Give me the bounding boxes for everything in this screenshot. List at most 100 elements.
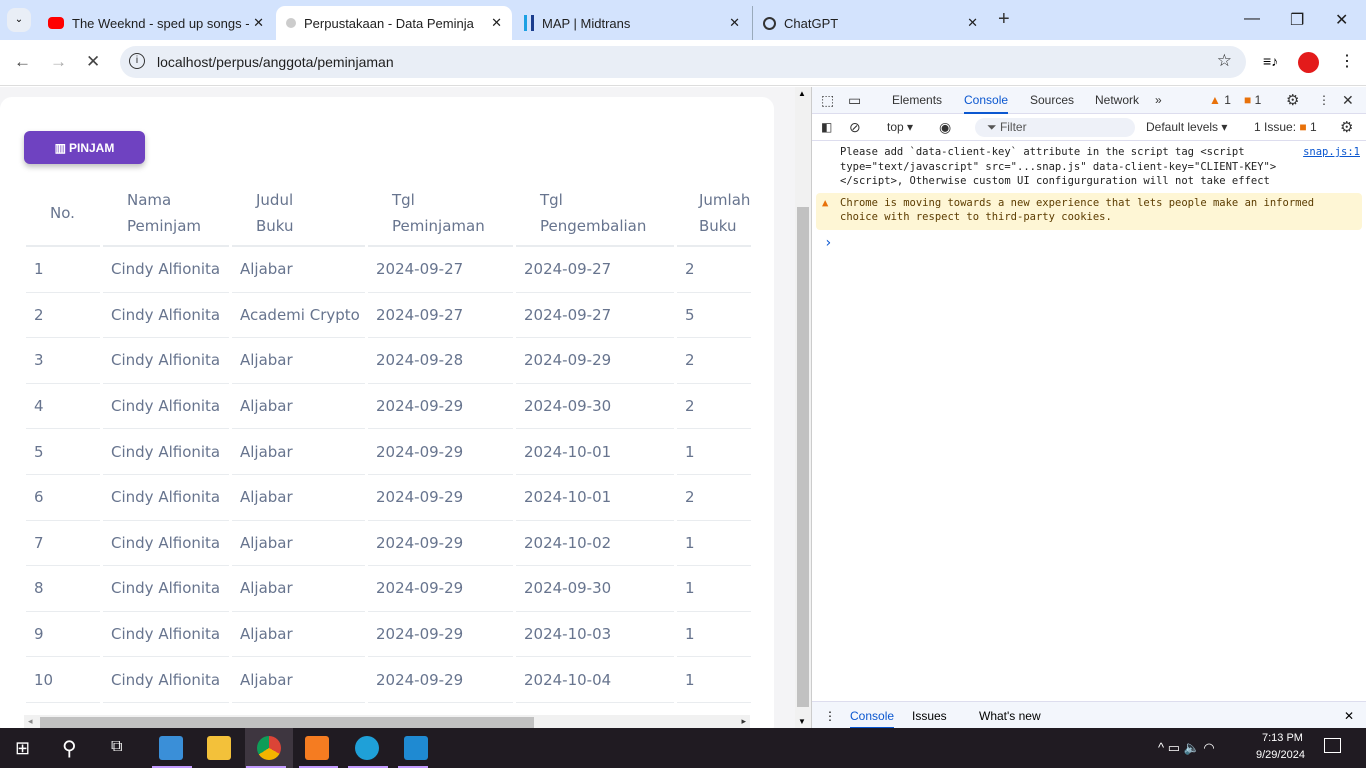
close-tab-icon[interactable]: ✕ <box>253 15 264 31</box>
clock-date[interactable]: 9/29/2024 <box>1256 749 1305 761</box>
warning-count[interactable]: ▲ 1 <box>1209 93 1231 107</box>
error-count[interactable]: ■ 1 <box>1244 93 1261 107</box>
table-row: 1 Cindy Alfionita Aljabar 2024-09-27 2024-09… <box>26 247 751 293</box>
drawer-tab-issues[interactable]: Issues <box>912 709 947 723</box>
back-button[interactable]: ← <box>14 52 31 72</box>
tab-chatgpt[interactable]: ChatGPT ✕ <box>752 6 988 40</box>
edge-icon[interactable] <box>355 736 379 760</box>
table-cell: Cindy Alfionita <box>103 566 229 612</box>
table-cell: 2024-09-29 <box>368 475 513 521</box>
stop-button[interactable]: ✕ <box>86 52 100 72</box>
close-tab-icon[interactable]: ✕ <box>729 15 740 31</box>
column-header: Jumlah Buku <box>677 180 751 247</box>
table-cell: Cindy Alfionita <box>103 657 229 703</box>
chrome-icon[interactable] <box>257 736 281 760</box>
table-row: 6 Cindy Alfionita Aljabar 2024-09-29 2024-10… <box>26 475 751 521</box>
table-row: 2 Cindy Alfionita Academi Crypto 2024-09-27… <box>26 293 751 339</box>
task-view-icon[interactable]: ⧉ <box>111 738 122 756</box>
console-toolbar: ◧ ⊘ top ▾ ◉ ⏷ Filter Default levels ▾ 1 … <box>812 114 1366 141</box>
clear-console-icon[interactable]: ⊘ <box>849 119 861 136</box>
table-cell: 2024-09-30 <box>516 384 674 430</box>
profile-avatar[interactable] <box>1298 52 1319 73</box>
horizontal-scrollbar[interactable]: ◂ ▸ <box>24 715 750 728</box>
drawer-tab-whats-new[interactable]: What's new <box>979 709 1041 723</box>
devtools-tab-network[interactable]: Network <box>1095 93 1139 107</box>
more-tabs-icon[interactable]: » <box>1155 93 1162 107</box>
taskbar: ⊞ ⚲ ⧉ ^ ▭ 🔈 ◠ 7:13 PM 9/29/2024 <box>0 728 1366 768</box>
tab-perpustakaan[interactable]: Perpustakaan - Data Peminjama ✕ <box>276 6 512 40</box>
device-toolbar-icon[interactable]: ▭ <box>848 92 861 109</box>
tab-search-button[interactable]: ⌄ <box>7 8 31 32</box>
filter-input[interactable]: ⏷ Filter <box>975 118 1135 137</box>
table-cell: 10 <box>26 657 100 703</box>
tab-midtrans[interactable]: MAP | Midtrans ✕ <box>514 6 750 40</box>
table-cell: 2024-10-02 <box>516 521 674 567</box>
bookmark-star-icon[interactable]: ☆ <box>1217 51 1232 71</box>
drawer-menu-icon[interactable]: ⋮ <box>824 709 836 723</box>
tab-youtube[interactable]: The Weeknd - sped up songs - ✕ <box>38 6 274 40</box>
minimize-button[interactable]: — <box>1244 10 1260 28</box>
close-tab-icon[interactable]: ✕ <box>491 15 502 31</box>
vscode-icon[interactable] <box>404 736 428 760</box>
console-prompt[interactable]: › <box>812 230 1366 257</box>
pinjam-button[interactable]: ▥ PINJAM <box>24 131 145 164</box>
table-cell: 2024-10-04 <box>516 657 674 703</box>
devtools-tab-sources[interactable]: Sources <box>1030 93 1074 107</box>
table-cell: 5 <box>677 293 751 339</box>
close-tab-icon[interactable]: ✕ <box>967 15 978 31</box>
browser-menu-icon[interactable]: ⋮ <box>1339 51 1355 71</box>
settings-icon[interactable]: ⚙ <box>1286 91 1299 109</box>
eye-icon[interactable]: ◉ <box>939 119 951 136</box>
address-bar[interactable]: i localhost/perpus/anggota/peminjaman ☆ <box>120 46 1246 78</box>
devtools-tab-console[interactable]: Console <box>964 93 1009 114</box>
context-select[interactable]: top ▾ <box>887 120 913 134</box>
file-explorer-icon[interactable] <box>207 736 231 760</box>
media-control-icon[interactable]: ≡♪ <box>1263 53 1278 69</box>
vertical-scrollbar[interactable]: ▲ ▼ <box>795 87 811 728</box>
notification-icon[interactable] <box>1324 738 1341 753</box>
sidebar-toggle-icon[interactable]: ◧ <box>821 120 832 134</box>
table-cell: 1 <box>26 247 100 293</box>
search-icon[interactable]: ⚲ <box>62 736 77 761</box>
column-header: Tgl Peminjaman <box>368 180 513 247</box>
devtools-menu-icon[interactable]: ⋮ <box>1318 93 1330 107</box>
console-warning: ▲ Chrome is moving towards a new experien… <box>816 192 1362 230</box>
table-cell: 2024-09-28 <box>368 338 513 384</box>
control-panel-icon[interactable] <box>159 736 183 760</box>
close-window-button[interactable]: ✕ <box>1335 10 1348 30</box>
info-icon[interactable]: i <box>129 53 145 69</box>
console-settings-icon[interactable]: ⚙ <box>1340 118 1353 136</box>
table-cell: Aljabar <box>232 338 365 384</box>
xampp-icon[interactable] <box>305 736 329 760</box>
forward-button[interactable]: → <box>50 52 67 72</box>
table-cell: 8 <box>26 566 100 612</box>
clock-time[interactable]: 7:13 PM <box>1262 732 1303 744</box>
tray-icons[interactable]: ^ ▭ 🔈 ◠ <box>1158 740 1215 756</box>
table-cell: 2024-10-01 <box>516 475 674 521</box>
scrollbar-thumb[interactable] <box>797 207 809 707</box>
scrollbar-thumb[interactable] <box>40 717 534 728</box>
table-row: 7 Cindy Alfionita Aljabar 2024-09-29 2024-10… <box>26 521 751 567</box>
close-devtools-icon[interactable]: ✕ <box>1342 92 1354 109</box>
issues-counter[interactable]: 1 Issue: ■ 1 <box>1254 120 1317 134</box>
devtools-tab-elements[interactable]: Elements <box>892 93 942 107</box>
table-cell: Aljabar <box>232 247 365 293</box>
table-cell: 2024-09-29 <box>368 657 513 703</box>
start-icon[interactable]: ⊞ <box>15 738 30 759</box>
new-tab-button[interactable]: + <box>998 8 1010 31</box>
source-link[interactable]: snap.js:1 <box>1303 145 1360 160</box>
table-cell: 2024-09-29 <box>368 384 513 430</box>
table-cell: 2024-09-27 <box>368 247 513 293</box>
close-drawer-icon[interactable]: ✕ <box>1344 709 1354 723</box>
restore-button[interactable]: ❐ <box>1290 10 1304 30</box>
inspect-icon[interactable]: ⬚ <box>821 92 834 109</box>
table-cell: 2024-09-30 <box>516 566 674 612</box>
page-viewport: ▥ PINJAM No. Nama Peminjam Judul Buku Tgl Pemin… <box>0 87 795 728</box>
table-cell: 2024-09-29 <box>368 429 513 475</box>
table-cell: 2 <box>677 384 751 430</box>
table-cell: Aljabar <box>232 612 365 658</box>
log-levels-select[interactable]: Default levels ▾ <box>1146 120 1227 134</box>
table-row: 10 Cindy Alfionita Aljabar 2024-09-29 2024-1… <box>26 657 751 703</box>
drawer-tab-console[interactable]: Console <box>850 709 895 729</box>
table-cell: 1 <box>677 612 751 658</box>
